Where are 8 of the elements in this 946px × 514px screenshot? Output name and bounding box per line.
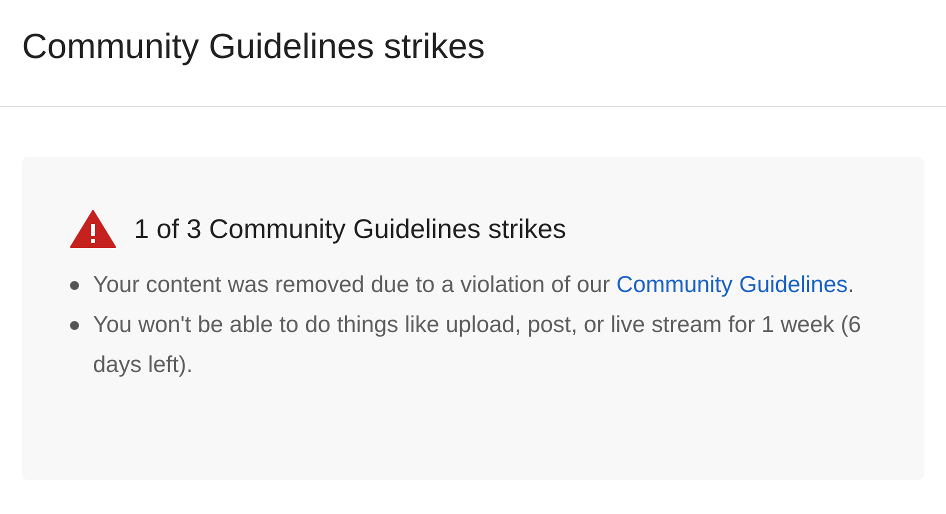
bullet-icon bbox=[70, 280, 79, 290]
bullet-text: Your content was removed due to a violation of our Community Guidelines. bbox=[93, 270, 856, 299]
warning-icon bbox=[70, 210, 116, 248]
guidelines-link[interactable]: Community Guidelines bbox=[616, 270, 848, 296]
bullet-icon bbox=[70, 320, 79, 330]
notice-title: 1 of 3 Community Guidelines strikes bbox=[134, 213, 566, 246]
bullet-text: You won't be able to do things like upload, post, or live stream for 1 week (6 days left). bbox=[93, 310, 862, 379]
page-title: Community Guidelines strikes bbox=[22, 26, 485, 68]
